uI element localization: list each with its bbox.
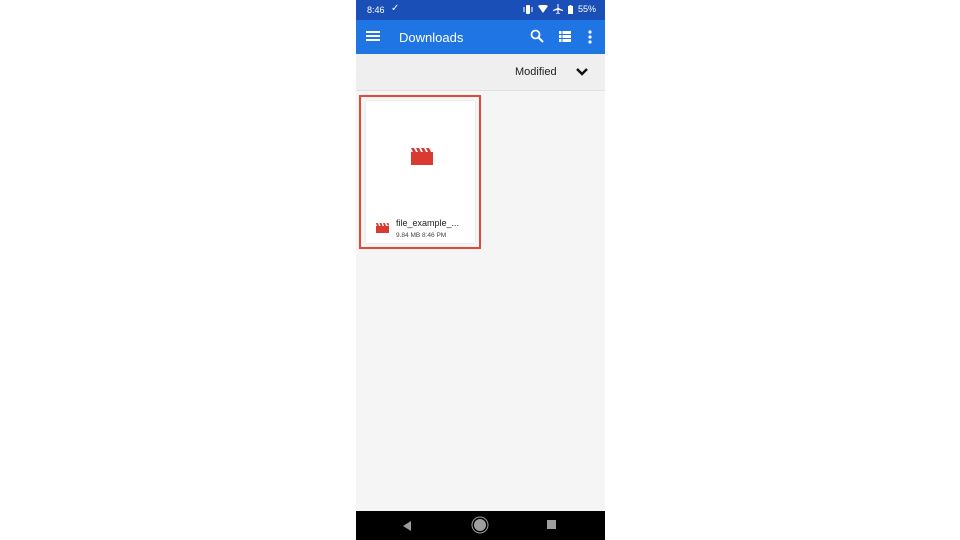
status-icons: 55% xyxy=(523,4,596,14)
navigation-bar xyxy=(356,511,605,540)
vibrate-icon xyxy=(523,4,533,14)
airplane-icon xyxy=(552,4,563,14)
app-bar: Downloads xyxy=(356,20,605,54)
list-view-icon[interactable] xyxy=(559,31,571,42)
battery-percent: 55% xyxy=(577,4,596,14)
status-time: 8:46 xyxy=(367,5,385,15)
file-card-selection[interactable]: file_example_... 9.84 MB 8:46 PM xyxy=(359,95,481,249)
home-icon[interactable] xyxy=(474,519,486,531)
hamburger-menu-icon[interactable] xyxy=(366,29,380,45)
more-vert-icon[interactable] xyxy=(588,30,592,44)
page-title: Downloads xyxy=(399,30,464,45)
video-file-type-icon xyxy=(376,223,389,233)
sort-label[interactable]: Modified xyxy=(515,66,557,78)
wifi-icon xyxy=(537,5,548,13)
chevron-down-icon[interactable] xyxy=(575,67,589,77)
battery-icon xyxy=(567,4,573,14)
recents-icon[interactable] xyxy=(547,520,556,529)
file-card[interactable]: file_example_... 9.84 MB 8:46 PM xyxy=(366,101,475,243)
download-done-icon: ✓︎ xyxy=(391,3,400,14)
status-bar: 8:46 ✓︎ 55% xyxy=(356,0,605,20)
file-name: file_example_... xyxy=(396,218,460,228)
video-clapperboard-icon xyxy=(411,148,433,165)
sort-bar[interactable]: Modified xyxy=(356,54,605,91)
file-meta: 9.84 MB 8:46 PM xyxy=(396,232,447,239)
search-icon[interactable] xyxy=(530,29,544,43)
back-icon[interactable] xyxy=(403,521,411,531)
phone-screen: 8:46 ✓︎ 55% Downloads Modified file_exam… xyxy=(356,0,605,540)
